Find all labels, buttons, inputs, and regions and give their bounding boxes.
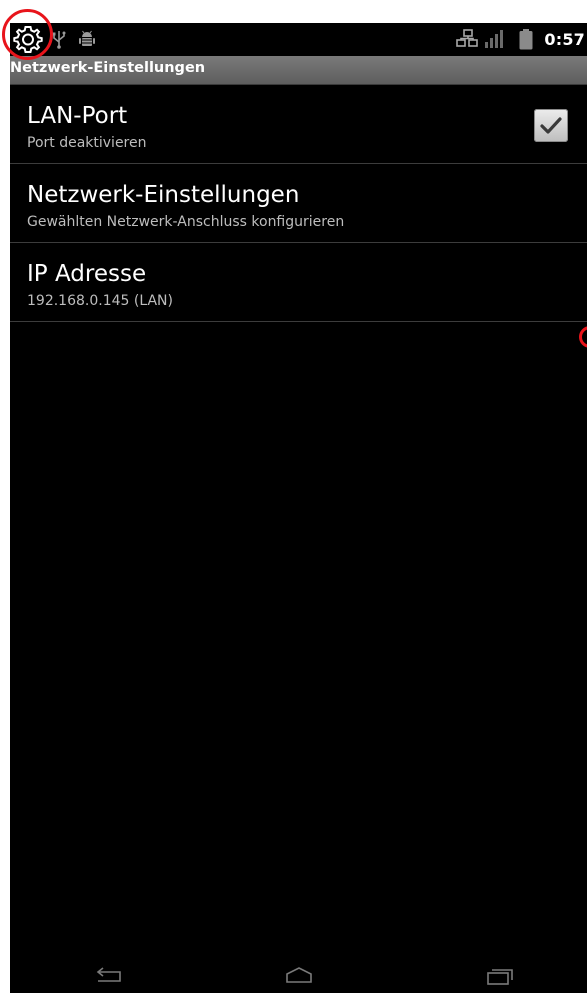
page-title: Netzwerk-Einstellungen	[10, 60, 206, 76]
pref-title: IP Adresse	[27, 261, 147, 287]
pref-summary: Port deaktivieren	[27, 135, 147, 151]
android-screen: 0:57 Netzwerk-Einstellungen LAN-Port Por…	[10, 23, 587, 993]
navigation-bar	[10, 959, 587, 993]
back-arrow-icon	[96, 967, 121, 982]
pref-summary: Gewählten Netzwerk-Anschluss konfigurier…	[27, 214, 345, 230]
home-icon	[286, 967, 312, 983]
status-clock: 0:57	[544, 30, 585, 49]
pref-title: Netzwerk-Einstellungen	[27, 182, 300, 208]
usb-icon	[52, 29, 66, 53]
home-button[interactable]	[284, 966, 314, 990]
battery-icon	[519, 29, 533, 54]
pref-summary: 192.168.0.145 (LAN)	[27, 293, 173, 309]
pref-item-lan-port[interactable]: LAN-Port Port deaktivieren	[10, 85, 587, 164]
title-bar: Netzwerk-Einstellungen	[10, 56, 587, 85]
recent-apps-icon	[487, 969, 513, 985]
signal-icon	[484, 29, 504, 53]
lan-port-checkbox[interactable]	[534, 109, 568, 142]
pref-item-network-settings[interactable]: Netzwerk-Einstellungen Gewählten Netzwer…	[10, 164, 587, 243]
pref-item-ip-address[interactable]: IP Adresse 192.168.0.145 (LAN)	[10, 243, 587, 322]
annotation-circle	[2, 9, 53, 60]
pref-title: LAN-Port	[27, 103, 128, 129]
recent-apps-button[interactable]	[484, 966, 514, 990]
debug-android-icon	[78, 29, 96, 53]
status-bar: 0:57	[10, 23, 587, 56]
checkmark-icon	[540, 117, 562, 134]
network-icon	[456, 29, 478, 53]
back-button[interactable]	[94, 966, 124, 990]
